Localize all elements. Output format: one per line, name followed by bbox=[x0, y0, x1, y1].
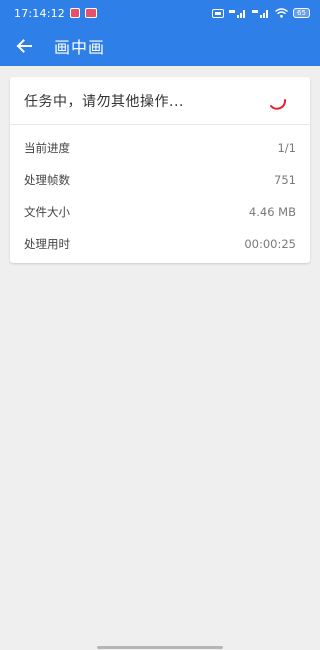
info-value: 00:00:25 bbox=[244, 237, 296, 251]
arrow-left-icon bbox=[16, 39, 32, 53]
info-row-progress: 当前进度 1/1 bbox=[10, 132, 310, 164]
wifi-icon bbox=[275, 8, 288, 18]
loading-spinner-icon bbox=[270, 98, 287, 110]
info-value: 4.46 MB bbox=[248, 205, 296, 219]
battery-icon: 65 bbox=[293, 8, 310, 18]
info-row-file-size: 文件大小 4.46 MB bbox=[10, 196, 310, 228]
info-row-frames: 处理帧数 751 bbox=[10, 164, 310, 196]
info-row-elapsed-time: 处理用时 00:00:25 bbox=[10, 228, 310, 260]
status-bar: 17:14:12 65 bbox=[0, 0, 320, 26]
info-label: 处理用时 bbox=[24, 237, 70, 251]
4g-signal-icon bbox=[252, 10, 268, 18]
task-card: 任务中，请勿其他操作... 当前进度 1/1 处理帧数 751 文件大小 4.4… bbox=[10, 77, 310, 263]
status-time: 17:14:12 bbox=[14, 6, 66, 20]
info-value: 751 bbox=[274, 173, 296, 187]
info-label: 处理帧数 bbox=[24, 173, 70, 187]
notification-icon bbox=[70, 8, 81, 18]
task-info-list: 当前进度 1/1 处理帧数 751 文件大小 4.46 MB 处理用时 00:0… bbox=[10, 125, 310, 260]
task-status-header: 任务中，请勿其他操作... bbox=[10, 77, 310, 125]
hd-icon bbox=[212, 8, 224, 18]
app-notification-icon bbox=[85, 8, 98, 18]
back-button[interactable] bbox=[0, 26, 48, 66]
info-label: 当前进度 bbox=[24, 141, 70, 155]
page-title: 画中画 bbox=[54, 38, 106, 57]
info-value: 1/1 bbox=[277, 141, 296, 155]
info-label: 文件大小 bbox=[24, 205, 70, 219]
home-indicator[interactable] bbox=[97, 646, 223, 649]
4g-signal-icon bbox=[229, 10, 245, 18]
task-status-message: 任务中，请勿其他操作... bbox=[24, 93, 184, 110]
app-bar: 画中画 bbox=[0, 26, 320, 66]
status-icons: 65 bbox=[212, 8, 310, 18]
